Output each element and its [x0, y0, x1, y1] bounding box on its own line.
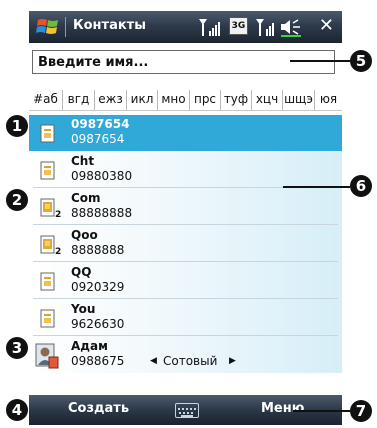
- windows-start-icon[interactable]: [35, 15, 61, 39]
- menu-button[interactable]: Меню: [261, 401, 304, 416]
- contact-card-icon: [40, 124, 55, 143]
- sim-badge: 2: [55, 247, 62, 257]
- callout-badge: 4: [6, 399, 28, 421]
- contact-name: Com: [71, 191, 101, 205]
- contact-name: Qoo: [71, 228, 98, 242]
- tab-prs[interactable]: прс: [190, 90, 221, 110]
- contact-phone: 0987654: [71, 132, 125, 146]
- contact-row[interactable]: 2 Com 88888888: [29, 189, 342, 225]
- contact-name: Cht: [71, 154, 95, 168]
- row-divider: [33, 224, 338, 225]
- title-bar: Контакты 3G ✕: [29, 11, 342, 43]
- row-divider: [33, 298, 338, 299]
- sim-badge: 2: [55, 210, 62, 220]
- callout-leader: [290, 60, 350, 62]
- speaker-icon[interactable]: [279, 16, 303, 38]
- keyboard-icon[interactable]: [175, 403, 199, 418]
- contact-name: 0987654: [71, 117, 130, 131]
- tab-ezhz[interactable]: ежз: [95, 90, 127, 110]
- tab-mno[interactable]: мно: [158, 90, 190, 110]
- keyboard-keys: [178, 408, 196, 417]
- contact-phone: 09880380: [71, 169, 133, 183]
- contact-card-icon: [40, 161, 55, 180]
- tab-khtsch[interactable]: хцч: [252, 90, 283, 110]
- tab-shshche[interactable]: шщэ: [283, 90, 315, 110]
- contact-phone: 9626630: [71, 317, 125, 331]
- callout-badge: 1: [6, 115, 28, 137]
- title-separator: [65, 17, 66, 37]
- contact-phone: 0920329: [71, 280, 125, 294]
- contact-card-icon: [40, 272, 55, 291]
- prev-phone-type-icon[interactable]: ◀: [150, 356, 157, 366]
- phone-type-label[interactable]: Сотовый: [163, 354, 217, 368]
- signal-icon[interactable]: [255, 16, 277, 38]
- callout-badge: 3: [6, 337, 28, 359]
- phone-screen: Контакты 3G ✕ Введите имя... #аб вгд ежз…: [29, 11, 342, 425]
- tab-ikl[interactable]: икл: [127, 90, 158, 110]
- signal-icon[interactable]: [197, 16, 221, 38]
- contact-row[interactable]: You 9626630: [29, 300, 342, 336]
- contact-list[interactable]: 0987654 0987654 Cht 09880380 2 Com 88888…: [29, 115, 342, 373]
- contact-card-icon: [40, 309, 55, 328]
- callout-badge: 2: [6, 189, 28, 211]
- tab-vgd[interactable]: вгд: [63, 90, 95, 110]
- contact-phone: 0988675: [71, 354, 125, 368]
- contact-row[interactable]: 0987654 0987654: [29, 115, 342, 151]
- row-divider: [33, 261, 338, 262]
- close-icon[interactable]: ✕: [319, 15, 334, 37]
- contact-name: You: [71, 302, 96, 316]
- 3g-icon[interactable]: 3G: [229, 17, 248, 35]
- search-input[interactable]: Введите имя...: [32, 50, 335, 74]
- app-title: Контакты: [73, 18, 146, 33]
- contact-phone: 8888888: [71, 243, 125, 257]
- contact-row[interactable]: Cht 09880380: [29, 152, 342, 188]
- tab-yuya[interactable]: юя: [315, 90, 342, 110]
- callout-badge: 5: [350, 50, 372, 72]
- row-divider: [33, 335, 338, 336]
- contact-row[interactable]: 2 Qoo 8888888: [29, 226, 342, 262]
- network-badge: 3G: [231, 21, 246, 31]
- callout-badge: 7: [350, 400, 372, 422]
- callout-leader: [283, 186, 350, 188]
- tab-ab[interactable]: #аб: [29, 90, 63, 110]
- contact-row[interactable]: Адам 0988675 ◀ Сотовый ▶: [29, 337, 342, 373]
- contact-name: QQ: [71, 265, 92, 279]
- alphabet-tabs: #аб вгд ежз икл мно прс туф хцч шщэ юя: [29, 90, 342, 111]
- create-button[interactable]: Создать: [68, 401, 129, 416]
- contact-photo-icon: [35, 343, 59, 369]
- contact-phone: 88888888: [71, 206, 133, 220]
- callout-badge: 6: [350, 175, 372, 197]
- callout-leader: [293, 410, 350, 412]
- contact-row[interactable]: QQ 0920329: [29, 263, 342, 299]
- contact-name: Адам: [71, 339, 108, 353]
- search-area: Введите имя...: [29, 43, 342, 83]
- next-phone-type-icon[interactable]: ▶: [229, 356, 236, 366]
- tab-tuf[interactable]: туф: [221, 90, 252, 110]
